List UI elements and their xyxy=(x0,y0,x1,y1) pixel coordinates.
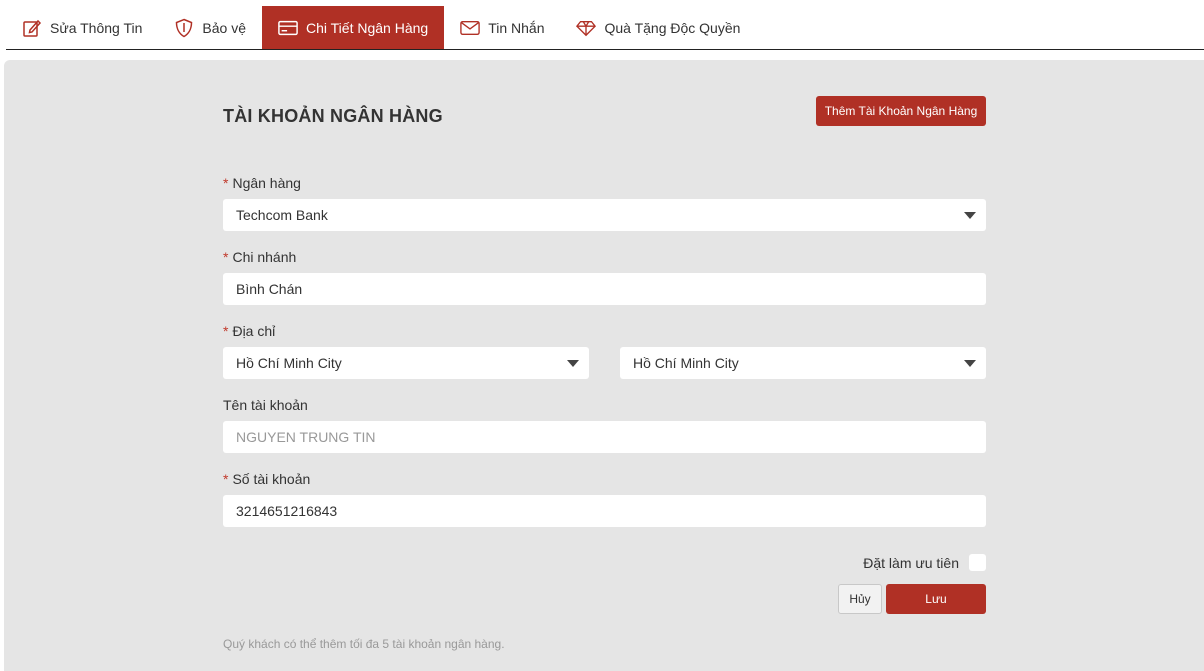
tab-label: Chi Tiết Ngân Hàng xyxy=(306,19,429,36)
tab-label: Bảo vệ xyxy=(202,19,246,36)
account-number-value: 3214651216843 xyxy=(236,503,338,519)
add-bank-account-button[interactable]: Thêm Tài Khoản Ngân Hàng xyxy=(816,96,986,126)
tab-bank-details[interactable]: Chi Tiết Ngân Hàng xyxy=(262,6,445,49)
required-marker: * xyxy=(223,323,229,339)
branch-input[interactable]: Bình Chán xyxy=(223,273,986,305)
tab-security[interactable]: Bảo vệ xyxy=(158,6,262,49)
province-select-value: Hồ Chí Minh City xyxy=(236,355,342,371)
chevron-down-icon xyxy=(964,212,976,219)
required-marker: * xyxy=(223,249,229,265)
tab-label: Sửa Thông Tin xyxy=(50,19,143,36)
branch-input-value: Bình Chán xyxy=(236,281,303,297)
save-button[interactable]: Lưu xyxy=(886,584,986,614)
branch-label: * Chi nhánh xyxy=(223,249,297,265)
page-title: TÀI KHOẢN NGÂN HÀNG xyxy=(223,106,443,126)
shield-icon xyxy=(176,18,193,37)
city-select-value: Hồ Chí Minh City xyxy=(633,355,739,371)
city-select[interactable]: Hồ Chí Minh City xyxy=(620,347,986,379)
set-priority-label: Đặt làm ưu tiên xyxy=(863,554,959,571)
set-priority-checkbox[interactable] xyxy=(969,554,986,571)
bank-select[interactable]: Techcom Bank xyxy=(223,199,986,231)
account-name-label: Tên tài khoản xyxy=(223,397,308,413)
set-priority-row: Đặt làm ưu tiên xyxy=(863,554,986,571)
cancel-button[interactable]: Hủy xyxy=(838,584,882,614)
bank-label: * Ngân hàng xyxy=(223,175,301,191)
tab-bar: Sửa Thông Tin Bảo vệ Chi Tiết Ngân Hàng … xyxy=(6,6,1204,50)
envelope-icon xyxy=(460,20,480,35)
edit-icon xyxy=(23,19,42,37)
bank-select-value: Techcom Bank xyxy=(236,207,328,223)
account-number-label: * Số tài khoản xyxy=(223,471,311,487)
max-accounts-note: Quý khách có thể thêm tối đa 5 tài khoản… xyxy=(223,637,505,651)
address-label: * Địa chỉ xyxy=(223,323,276,339)
tab-label: Quà Tặng Độc Quyền xyxy=(604,19,741,36)
required-marker: * xyxy=(223,175,229,191)
account-name-input[interactable]: NGUYEN TRUNG TIN xyxy=(223,421,986,453)
account-name-placeholder: NGUYEN TRUNG TIN xyxy=(236,429,376,445)
tab-exclusive-gifts[interactable]: Quà Tặng Độc Quyền xyxy=(560,6,756,49)
diamond-icon xyxy=(576,20,597,36)
province-select[interactable]: Hồ Chí Minh City xyxy=(223,347,589,379)
chevron-down-icon xyxy=(964,360,976,367)
account-number-input[interactable]: 3214651216843 xyxy=(223,495,986,527)
required-marker: * xyxy=(223,471,229,487)
credit-card-icon xyxy=(278,20,298,35)
chevron-down-icon xyxy=(567,360,579,367)
tab-edit-info[interactable]: Sửa Thông Tin xyxy=(6,6,158,49)
tab-messages[interactable]: Tin Nhắn xyxy=(444,6,560,49)
bank-details-panel: TÀI KHOẢN NGÂN HÀNG Thêm Tài Khoản Ngân … xyxy=(4,60,1204,671)
tab-label: Tin Nhắn xyxy=(488,19,545,36)
